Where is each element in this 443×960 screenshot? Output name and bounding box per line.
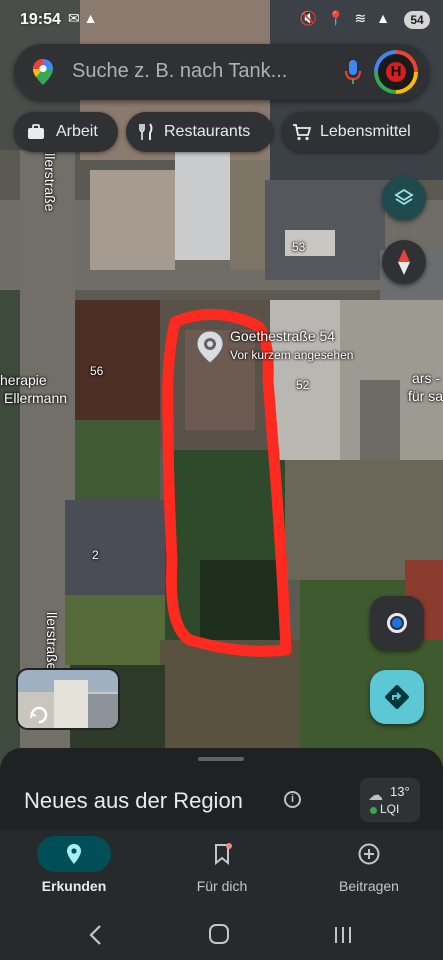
chip-restaurants[interactable]: Restaurants xyxy=(126,112,273,152)
chip-arbeit-label: Arbeit xyxy=(56,123,98,140)
directions-button[interactable] xyxy=(370,670,424,724)
mic-icon[interactable] xyxy=(344,59,362,85)
sheet-drag-handle[interactable] xyxy=(198,757,244,761)
house-number-52: 52 xyxy=(296,378,310,392)
info-icon[interactable]: i xyxy=(284,791,301,808)
place-subtitle: Vor kurzem angesehen xyxy=(230,348,354,362)
location-pin-icon xyxy=(67,844,81,864)
weather-widget[interactable]: ☁ 13° LQI xyxy=(360,778,420,822)
sheet-title: Neues aus der Region xyxy=(24,788,243,813)
chip-restaurants-label: Restaurants xyxy=(164,123,251,140)
weather-temp: 13° xyxy=(390,784,410,799)
layers-icon xyxy=(394,188,414,206)
place-name[interactable]: Goethestraße 54 xyxy=(230,328,335,344)
status-left-icons: ✉ ▲ xyxy=(68,10,98,26)
nav-beitragen-label: Beitragen xyxy=(339,878,399,894)
chip-arbeit[interactable]: Arbeit xyxy=(14,112,118,152)
status-right-icons: 🔇 📍 ≋ ▲ xyxy=(299,10,393,26)
poi-right-line2[interactable]: für sa xyxy=(408,388,443,404)
bookmark-icon xyxy=(215,843,232,866)
search-input[interactable]: Suche z. B. nach Tank... xyxy=(72,60,287,83)
maps-pin-icon xyxy=(33,59,53,85)
poi-therapy-line1[interactable]: herapie xyxy=(0,372,47,388)
fork-knife-icon xyxy=(136,122,156,142)
status-bar: 19:54 ✉ ▲ 🔇 📍 ≋ ▲ 54 xyxy=(0,0,443,40)
nav-fuer-dich[interactable]: Für dich xyxy=(148,830,296,910)
home-icon[interactable] xyxy=(209,924,229,944)
chip-lebensmittel-label: Lebensmittel xyxy=(320,123,411,140)
street-label-top: illerstraße xyxy=(42,150,58,212)
poi-right-line1[interactable]: ars - xyxy=(412,370,440,386)
battery-indicator: 54 xyxy=(404,11,430,29)
back-icon[interactable] xyxy=(86,924,106,946)
system-navigation-bar xyxy=(0,910,443,960)
compass-button[interactable] xyxy=(382,240,426,284)
bottom-navigation: Erkunden Für dich Beitragen xyxy=(0,830,443,910)
nav-erkunden[interactable]: Erkunden xyxy=(0,830,148,910)
layers-button[interactable] xyxy=(382,176,426,220)
nav-erkunden-label: Erkunden xyxy=(41,878,107,894)
search-bar[interactable]: Suche z. B. nach Tank... H xyxy=(14,44,429,100)
compass-icon xyxy=(398,249,410,275)
cart-icon xyxy=(292,122,312,142)
weather-lqi: LQI xyxy=(380,802,400,816)
chip-lebensmittel[interactable]: Lebensmittel xyxy=(282,112,438,152)
air-quality-dot xyxy=(370,807,377,814)
my-location-icon xyxy=(387,613,407,633)
bottom-sheet[interactable]: Neues aus der Region i ☁ 13° LQI xyxy=(0,748,443,830)
status-time: 19:54 xyxy=(20,11,61,28)
house-number-56: 56 xyxy=(90,364,104,378)
briefcase-icon xyxy=(26,122,46,142)
my-location-button[interactable] xyxy=(370,596,424,650)
recents-icon[interactable] xyxy=(333,924,353,946)
directions-icon xyxy=(385,685,409,709)
add-circle-icon xyxy=(358,843,380,865)
house-number-2: 2 xyxy=(92,548,99,562)
nav-beitragen[interactable]: Beitragen xyxy=(295,830,443,910)
account-avatar[interactable]: H xyxy=(374,50,418,94)
place-marker-icon[interactable] xyxy=(196,330,224,364)
street-view-thumbnail[interactable] xyxy=(16,668,120,730)
rotate-360-icon xyxy=(30,706,48,724)
avatar-letter: H xyxy=(386,62,406,82)
street-label-bottom: llerstraße xyxy=(44,612,60,671)
house-number-53: 53 xyxy=(292,240,306,254)
nav-fuer-dich-label: Für dich xyxy=(196,878,248,894)
poi-therapy-line2[interactable]: Ellermann xyxy=(4,390,67,406)
